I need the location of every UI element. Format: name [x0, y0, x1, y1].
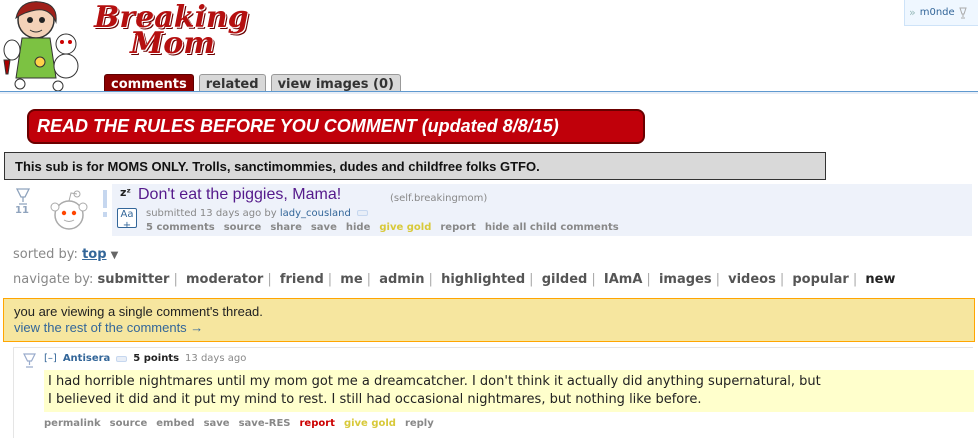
post-buttons: 5 comments source share save hide give g…: [146, 222, 619, 233]
nav-videos[interactable]: videos: [728, 272, 776, 287]
comment-text-line2: I believed it did and it put my mind to …: [48, 392, 702, 407]
exclamation-icon: [103, 190, 107, 217]
navigate-by-bar: navigate by: submitter | moderator | frien…: [13, 272, 896, 287]
user-box: » m0nde: [904, 0, 978, 26]
comment-report-button[interactable]: report: [299, 418, 334, 429]
collapse-comment-button[interactable]: [–]: [44, 353, 57, 364]
upvote-glass-icon[interactable]: [15, 188, 31, 206]
comments-count-link[interactable]: 5 comments: [146, 222, 215, 233]
header: Breaking Mom comments related view image…: [0, 0, 978, 94]
hide-child-comments-button[interactable]: hide all child comments: [485, 222, 619, 233]
post: 11 zᶻ Don't eat the piggies, Mama! (self…: [0, 184, 972, 238]
dropdown-arrow-icon[interactable]: ▼: [111, 250, 119, 261]
comment-save-button[interactable]: save: [204, 418, 230, 429]
give-gold-button[interactable]: give gold: [379, 222, 431, 233]
comment-source-button[interactable]: source: [110, 418, 148, 429]
nav-gilded[interactable]: gilded: [542, 272, 588, 287]
hide-button[interactable]: hide: [346, 222, 371, 233]
comment-body: I had horrible nightmares until my mom g…: [44, 370, 974, 412]
source-button[interactable]: source: [224, 222, 262, 233]
post-tagline: submitted 13 days ago by lady_cousland: [146, 208, 368, 219]
collapse-chevron-icon[interactable]: »: [909, 6, 916, 19]
single-thread-infobar: you are viewing a single comment's threa…: [3, 298, 975, 342]
post-score: 11: [15, 205, 29, 216]
nav-moderator[interactable]: moderator: [186, 272, 263, 287]
username-link[interactable]: m0nde: [920, 7, 955, 18]
mascot-logo-image[interactable]: [0, 0, 88, 92]
comment-time: 13 days ago: [185, 353, 247, 364]
nav-iama[interactable]: IAmA: [604, 272, 643, 287]
user-tag-icon[interactable]: [116, 355, 128, 362]
nav-friend[interactable]: friend: [280, 272, 324, 287]
view-rest-link[interactable]: view the rest of the comments →: [14, 320, 964, 335]
infobar-message: you are viewing a single comment's threa…: [14, 304, 263, 319]
sleep-flair-icon: zᶻ: [120, 186, 131, 199]
nav-images[interactable]: images: [659, 272, 712, 287]
save-button[interactable]: save: [311, 222, 337, 233]
nav-highlighted[interactable]: highlighted: [441, 272, 525, 287]
navigate-label: navigate by:: [13, 272, 94, 287]
nav-me[interactable]: me: [340, 272, 362, 287]
comment-give-gold-button[interactable]: give gold: [344, 418, 396, 429]
comment-author-link[interactable]: Antisera: [63, 353, 110, 364]
submitted-text: submitted 13 days ago by: [146, 208, 277, 219]
comment-buttons: permalink source embed save save-RES rep…: [44, 418, 434, 429]
nav-new[interactable]: new: [865, 272, 895, 287]
snoo-thumbnail-icon[interactable]: [43, 189, 95, 233]
rules-banner[interactable]: READ THE RULES BEFORE YOU COMMENT (updat…: [27, 109, 645, 144]
embed-button[interactable]: embed: [156, 418, 194, 429]
share-button[interactable]: share: [270, 222, 302, 233]
reply-button[interactable]: reply: [405, 418, 434, 429]
comment: [–] Antisera 5 points 13 days ago I had …: [13, 347, 974, 438]
permalink-button[interactable]: permalink: [44, 418, 101, 429]
post-title-link[interactable]: Don't eat the piggies, Mama!: [138, 186, 341, 204]
report-button[interactable]: report: [440, 222, 475, 233]
save-res-button[interactable]: save-RES: [239, 418, 291, 429]
post-domain[interactable]: (self.breakingmom): [390, 193, 487, 204]
self-post-expando-icon[interactable]: Aa +: [117, 208, 137, 231]
comment-tagline: [–] Antisera 5 points 13 days ago: [44, 353, 246, 364]
comment-upvote-glass-icon[interactable]: [23, 353, 36, 369]
comment-text-line1: I had horrible nightmares until my mom g…: [48, 374, 821, 389]
post-author-link[interactable]: lady_cousland: [280, 208, 351, 219]
nav-popular[interactable]: popular: [792, 272, 848, 287]
nav-submitter[interactable]: submitter: [97, 272, 169, 287]
sort-menu: sorted by: top ▼: [13, 247, 118, 262]
self-icon-label: Aa: [120, 209, 134, 220]
logo-text-line2: Mom: [130, 26, 215, 61]
nav-admin[interactable]: admin: [379, 272, 424, 287]
tag-icon[interactable]: [356, 210, 368, 216]
moms-only-banner: This sub is for MOMS ONLY. Trolls, sanct…: [4, 152, 826, 180]
sort-dropdown[interactable]: top: [82, 247, 106, 262]
header-divider: [0, 91, 978, 94]
sort-label: sorted by:: [13, 247, 78, 262]
comment-points: 5 points: [133, 353, 180, 364]
subreddit-logo[interactable]: Breaking Mom: [94, 0, 249, 62]
karma-cup-icon: [958, 7, 967, 18]
